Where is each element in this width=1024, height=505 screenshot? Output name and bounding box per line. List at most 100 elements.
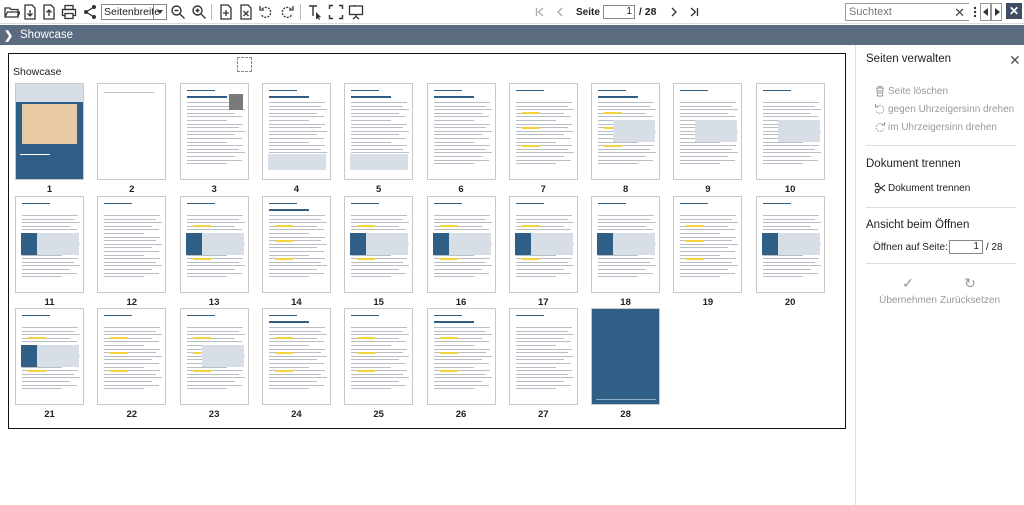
next-page-icon[interactable] <box>664 3 684 21</box>
page-preview <box>755 196 825 293</box>
page-preview <box>179 83 249 180</box>
export-icon[interactable] <box>20 2 40 22</box>
page-thumbnail[interactable]: 12 <box>97 196 167 308</box>
delete-page-button[interactable]: Seite löschen <box>874 85 948 97</box>
page-number: 27 <box>538 409 549 420</box>
page-number: 2 <box>129 184 135 195</box>
open-page-input[interactable]: 1 <box>948 240 983 254</box>
page-thumbnail[interactable]: 24 <box>261 308 331 420</box>
trash-icon <box>876 86 884 97</box>
page-thumbnail[interactable]: 15 <box>344 196 414 308</box>
page-thumbnail[interactable]: 28 <box>591 308 661 420</box>
page-preview <box>344 308 414 405</box>
chevron-right-icon[interactable]: ❯ <box>4 29 20 42</box>
page-thumbnail[interactable]: 6 <box>426 83 496 195</box>
zoom-select[interactable]: Seitenbreite <box>101 4 167 20</box>
page-thumbnail[interactable]: 14 <box>261 196 331 308</box>
page-number: 14 <box>291 297 302 308</box>
page-thumbnail[interactable]: 16 <box>426 196 496 308</box>
page-preview <box>97 308 167 405</box>
page-thumbnail[interactable]: 13 <box>179 196 249 308</box>
drop-target-icon[interactable] <box>237 57 252 72</box>
save-icon[interactable] <box>39 2 59 22</box>
page-number: 12 <box>126 297 138 308</box>
chevron-down-icon[interactable] <box>153 5 166 19</box>
page-preview <box>97 83 167 180</box>
previous-page-icon[interactable] <box>550 3 570 21</box>
page-thumbnail[interactable]: 19 <box>673 196 743 308</box>
rotate-ccw-label: gegen Uhrzeigersinn drehen <box>888 103 1015 115</box>
reset-label: Zurücksetzen <box>939 295 1001 306</box>
page-preview <box>15 196 84 293</box>
close-panel-icon[interactable]: ✕ <box>1009 52 1021 69</box>
last-page-icon[interactable] <box>684 3 704 21</box>
page-preview <box>15 83 84 180</box>
page-thumbnail[interactable]: 8 <box>591 83 661 195</box>
scissors-icon <box>874 182 886 194</box>
rotate-cw-button[interactable]: im Uhrzeigersinn drehen <box>874 121 997 133</box>
delete-page-icon[interactable] <box>236 2 256 22</box>
page-thumbnail[interactable]: 23 <box>179 308 249 420</box>
page-thumbnail[interactable]: 7 <box>508 83 578 195</box>
rotate-ccw-button[interactable]: gegen Uhrzeigersinn drehen <box>874 103 1014 115</box>
print-icon[interactable] <box>59 2 79 22</box>
text-select-icon[interactable] <box>305 2 325 22</box>
toolbar-divider <box>211 4 212 20</box>
apply-button[interactable]: ✓ Übernehmen <box>876 275 940 306</box>
page-thumbnail[interactable]: 27 <box>508 308 578 420</box>
document-titlebar: ❯ Showcase <box>0 25 1024 45</box>
search-next-icon[interactable] <box>991 3 1002 21</box>
rotate-cw-icon[interactable] <box>277 2 297 22</box>
page-number: 1 <box>46 184 53 195</box>
page-preview <box>426 83 496 180</box>
page-thumbnail[interactable]: 9 <box>673 83 743 195</box>
split-document-button[interactable]: Dokument trennen <box>874 182 970 194</box>
open-page-row: Öffnen auf Seite: 1 / 28 <box>873 240 1003 254</box>
page-total: / 28 <box>638 6 657 18</box>
page-preview <box>673 83 743 180</box>
page-thumbnail[interactable]: 25 <box>344 308 414 420</box>
search-options-icon[interactable] <box>969 3 980 21</box>
page-thumbnail[interactable]: 2 <box>97 83 167 195</box>
page-number: 17 <box>538 297 549 308</box>
page-thumbnail[interactable]: 10 <box>755 83 825 195</box>
rotate-ccw-icon[interactable] <box>256 2 276 22</box>
page-number: 19 <box>702 297 714 308</box>
page-thumbnail[interactable]: 3 <box>179 83 249 195</box>
first-page-icon[interactable] <box>530 3 550 21</box>
page-thumbnail[interactable]: 4 <box>261 83 331 195</box>
page-preview <box>261 83 331 180</box>
fullscreen-icon[interactable] <box>326 2 346 22</box>
page-thumbnail[interactable]: 1 <box>15 83 84 195</box>
search-previous-icon[interactable] <box>980 3 991 21</box>
page-thumbnail[interactable]: 18 <box>591 196 661 308</box>
page-thumbnail[interactable]: 20 <box>755 196 825 308</box>
clear-search-icon[interactable]: ✕ <box>954 5 965 21</box>
page-number-input[interactable]: 1 <box>602 5 635 19</box>
page-thumbnail[interactable]: 17 <box>508 196 578 308</box>
page-thumbnail[interactable]: 26 <box>426 308 496 420</box>
page-thumbnail[interactable]: 5 <box>344 83 414 195</box>
search-placeholder: Suchtext <box>849 6 892 18</box>
page-preview <box>344 196 414 293</box>
page-preview <box>426 308 496 405</box>
rotate-cw-label: im Uhrzeigersinn drehen <box>888 121 997 133</box>
page-number: 4 <box>293 184 300 195</box>
folder-open-icon[interactable] <box>2 2 22 22</box>
close-viewer-icon[interactable]: ✕ <box>1006 3 1022 19</box>
search-input[interactable]: Suchtext ✕ <box>845 3 971 21</box>
panel-divider <box>866 207 1016 208</box>
page-number: 5 <box>376 184 382 195</box>
zoom-out-icon[interactable] <box>168 2 188 22</box>
page-thumbnail[interactable]: 22 <box>97 308 167 420</box>
page-number: 21 <box>44 409 55 420</box>
presentation-icon[interactable] <box>346 2 366 22</box>
page-thumbnail[interactable]: 21 <box>15 308 84 420</box>
add-page-icon[interactable] <box>216 2 236 22</box>
page-thumbnail[interactable]: 11 <box>15 196 84 308</box>
zoom-in-icon[interactable] <box>189 2 209 22</box>
reset-button[interactable]: ↻ Zurücksetzen <box>938 275 1002 306</box>
page-number: 3 <box>211 184 217 195</box>
page-grid-area: Showcase 1 2 3 4 5 6 7 8 9 10 11 12 13 14 15 16 17 18 19 20… <box>0 45 855 505</box>
share-icon[interactable] <box>80 2 100 22</box>
